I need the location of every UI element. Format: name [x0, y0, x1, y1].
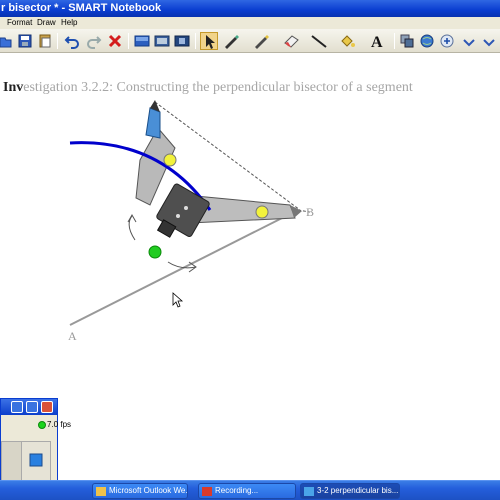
taskbar: Microsoft Outlook We... Recording... 3-2… [0, 480, 500, 500]
task-outlook[interactable]: Microsoft Outlook We... [92, 483, 188, 499]
notebook-icon [304, 487, 314, 496]
toolbar-separator [195, 33, 196, 49]
task-label: 3-2 perpendicular bis... [317, 486, 399, 495]
compass-pencil-tip[interactable] [145, 107, 161, 139]
recorder-status: 7.0 fps [1, 419, 71, 431]
hinge-screw [176, 214, 180, 218]
recording-icon [202, 487, 212, 496]
chevron-down-icon[interactable] [480, 32, 498, 50]
radius-handle[interactable] [255, 205, 269, 219]
rotate-handle[interactable] [148, 245, 162, 259]
mouse-cursor-icon [172, 292, 184, 308]
hinge-screw [184, 206, 188, 210]
toolbar-separator [57, 33, 58, 49]
window-title-bar: r bisector * - SMART Notebook [0, 0, 500, 17]
toolbar-separator [128, 33, 129, 49]
line-icon[interactable] [310, 32, 328, 50]
chevron-down-icon[interactable] [460, 32, 478, 50]
close-button[interactable] [41, 401, 53, 413]
text-icon[interactable]: A [368, 32, 386, 50]
globe-icon[interactable] [418, 32, 436, 50]
menu-bar: Format Draw Help [0, 17, 500, 29]
task-label: Microsoft Outlook We... [109, 486, 188, 495]
task-label: Recording... [215, 486, 259, 495]
capture-icon[interactable] [173, 32, 191, 50]
task-recording[interactable]: Recording... [198, 483, 296, 499]
creative-pen-icon[interactable] [252, 32, 270, 50]
toolbar-separator [394, 33, 395, 49]
window-title: r bisector * - SMART Notebook [1, 2, 162, 14]
svg-text:A: A [371, 34, 383, 50]
menu-draw[interactable]: Draw [37, 17, 56, 29]
save-icon[interactable] [16, 32, 34, 50]
radius-handle[interactable] [163, 153, 177, 167]
toolbar: A [0, 29, 500, 53]
compass-hinge[interactable] [151, 183, 211, 246]
properties-icon[interactable] [398, 32, 416, 50]
menu-help[interactable]: Help [61, 17, 77, 29]
maximize-button[interactable] [26, 401, 38, 413]
fill-icon[interactable] [338, 32, 356, 50]
eraser-icon[interactable] [282, 32, 300, 50]
paste-icon[interactable] [36, 32, 54, 50]
undo-icon[interactable] [63, 32, 81, 50]
outlook-icon [96, 487, 106, 496]
recording-indicator-icon [38, 421, 46, 429]
more-icon[interactable] [438, 32, 456, 50]
open-icon[interactable] [0, 32, 14, 50]
select-icon[interactable] [200, 32, 218, 50]
redo-icon[interactable] [85, 32, 103, 50]
point-b-label: B [306, 205, 314, 219]
minimize-button[interactable] [11, 401, 23, 413]
frame-rate: 7.0 fps [47, 420, 72, 429]
display-icon[interactable] [153, 32, 171, 50]
screen-shade-icon[interactable] [133, 32, 151, 50]
delete-icon[interactable] [106, 32, 124, 50]
pen-icon[interactable] [222, 32, 240, 50]
task-smart-notebook[interactable]: 3-2 perpendicular bis... [300, 483, 400, 499]
menu-format[interactable]: Format [7, 17, 32, 29]
recorder-title-bar [1, 399, 57, 415]
stop-button[interactable] [21, 441, 51, 481]
point-a-label: A [68, 329, 77, 343]
geometry-drawing: A B [68, 100, 314, 343]
